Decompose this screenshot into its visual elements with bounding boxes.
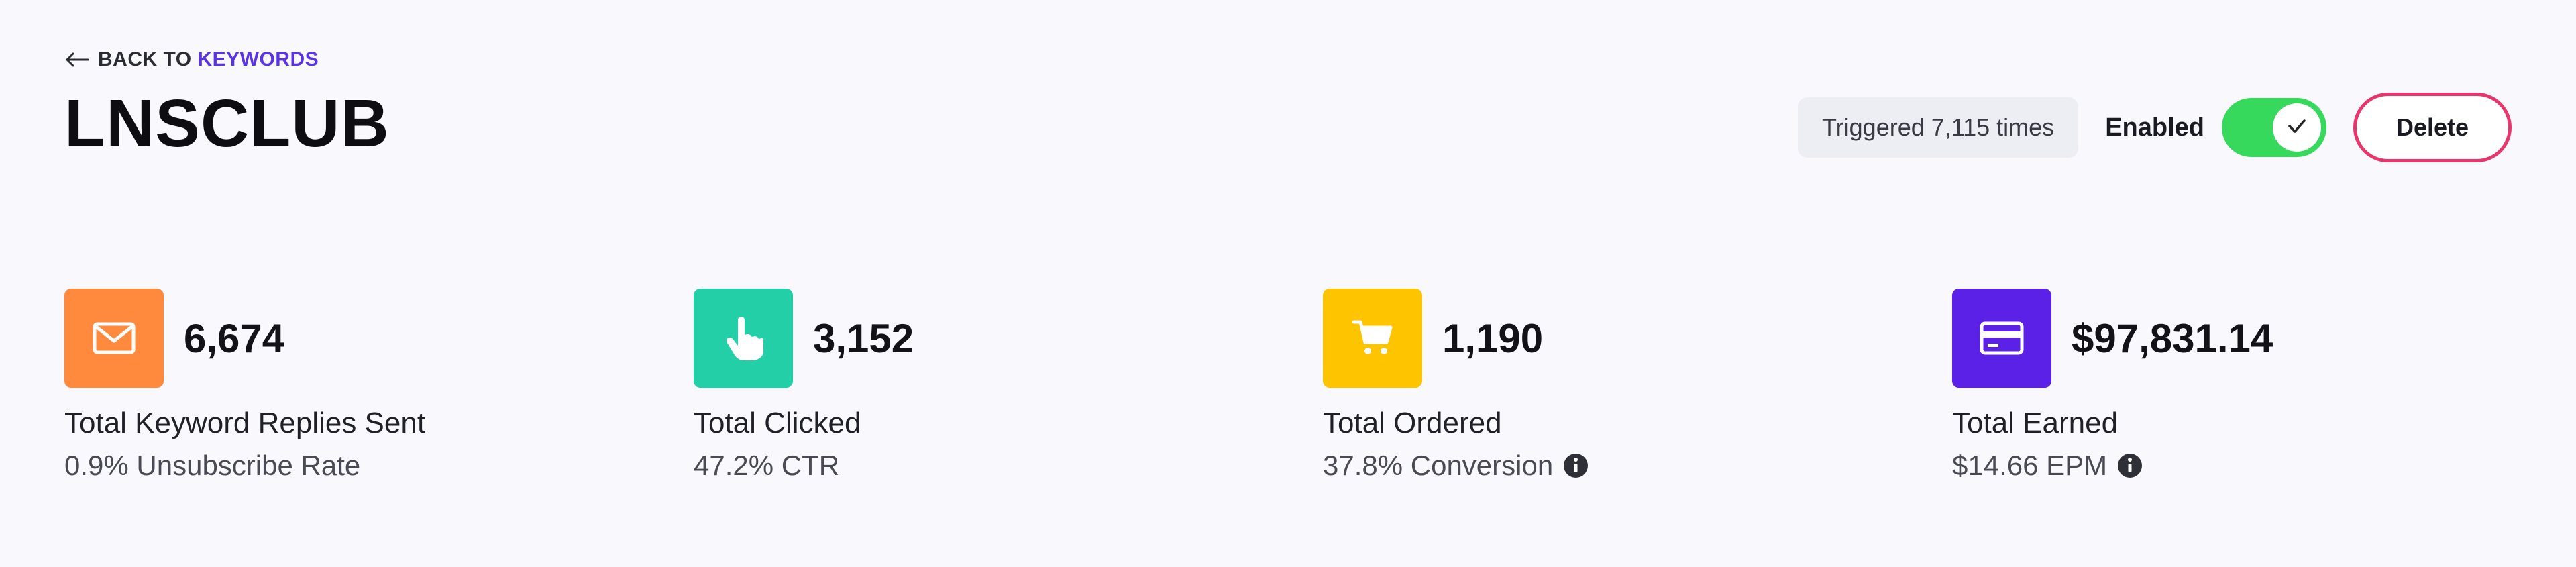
stat-replies-sent: 6,674 Total Keyword Replies Sent 0.9% Un… — [64, 289, 574, 482]
enabled-toggle[interactable] — [2222, 98, 2326, 157]
mail-icon — [64, 289, 164, 388]
stat-subtext-text: 37.8% Conversion — [1323, 450, 1554, 481]
stat-value: 1,190 — [1442, 315, 1544, 361]
toggle-knob — [2273, 103, 2321, 152]
stat-label: Total Ordered — [1323, 407, 1502, 440]
delete-button[interactable]: Delete — [2353, 93, 2512, 162]
arrow-left-icon — [66, 52, 89, 67]
stat-subtext: 47.2% CTR — [694, 450, 1203, 482]
stat-subtext-text: 47.2% CTR — [694, 450, 840, 481]
back-prefix: BACK TO — [98, 48, 198, 70]
stat-subtext: 0.9% Unsubscribe Rate — [64, 450, 574, 482]
page-title: LNSCLUB — [64, 86, 390, 161]
back-to-keywords-link[interactable]: BACK TO KEYWORDS — [66, 48, 319, 71]
stat-subtext-text: $14.66 EPM — [1952, 450, 2108, 481]
stat-clicked: 3,152 Total Clicked 47.2% CTR — [694, 289, 1203, 482]
info-icon[interactable] — [1562, 452, 1589, 479]
back-link-keywords[interactable]: KEYWORDS — [197, 48, 319, 70]
check-icon — [2288, 119, 2306, 137]
stat-subtext-text: 0.9% Unsubscribe Rate — [64, 450, 361, 481]
stat-ordered: 1,190 Total Ordered 37.8% Conversion — [1323, 289, 1833, 482]
header-controls: Triggered 7,115 times Enabled Delete — [1798, 93, 2512, 162]
stat-label: Total Earned — [1952, 407, 2118, 440]
info-icon[interactable] — [2116, 452, 2143, 479]
stat-subtext: 37.8% Conversion — [1323, 450, 1833, 482]
stat-subtext: $14.66 EPM — [1952, 450, 2462, 482]
cart-icon — [1323, 289, 1422, 388]
stat-value: 6,674 — [184, 315, 285, 361]
stat-label: Total Keyword Replies Sent — [64, 407, 426, 440]
triggered-count-badge: Triggered 7,115 times — [1798, 97, 2079, 158]
enabled-label: Enabled — [2105, 113, 2204, 142]
credit-card-icon — [1952, 289, 2051, 388]
stat-label: Total Clicked — [694, 407, 861, 440]
stat-earned: $97,831.14 Total Earned $14.66 EPM — [1952, 289, 2462, 482]
stat-value: $97,831.14 — [2072, 315, 2273, 361]
pointer-hand-icon — [694, 289, 793, 388]
stat-value: 3,152 — [813, 315, 914, 361]
